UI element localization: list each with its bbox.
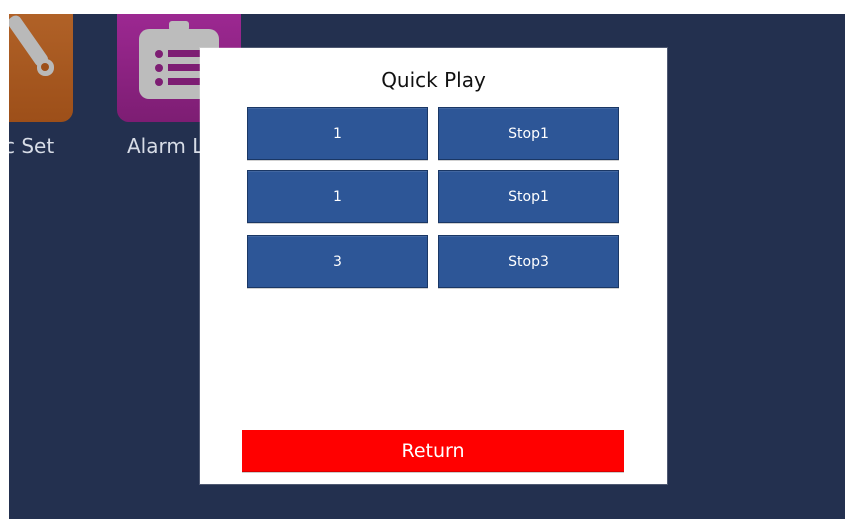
quick-play-button-3-right[interactable]: Stop3 — [438, 235, 619, 288]
basic-set-label: c Set — [9, 134, 55, 158]
quick-play-button-1-right[interactable]: Stop1 — [438, 107, 619, 160]
quick-play-button-2-left[interactable]: 1 — [247, 170, 428, 223]
basic-set-app-icon[interactable] — [9, 14, 73, 122]
quick-play-button-1-left[interactable]: 1 — [247, 107, 428, 160]
alarm-log-label: Alarm L — [127, 134, 204, 158]
quick-play-button-3-left[interactable]: 3 — [247, 235, 428, 288]
quick-play-button-2-right[interactable]: Stop1 — [438, 170, 619, 223]
quick-play-dialog: Quick Play 1 Stop1 1 Stop1 3 Stop3 Retur… — [200, 48, 667, 484]
dialog-title: Quick Play — [381, 68, 486, 92]
return-button[interactable]: Return — [242, 430, 624, 472]
wrench-icon — [9, 15, 54, 76]
